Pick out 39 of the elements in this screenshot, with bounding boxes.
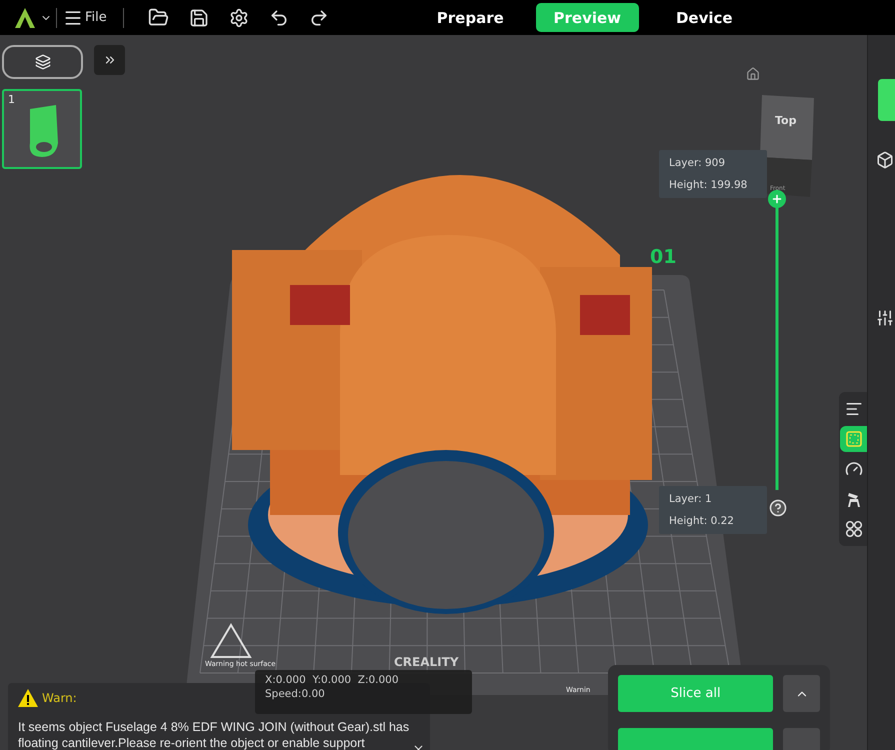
layer-height: Height: 0.22 xyxy=(669,515,735,527)
view-cube[interactable] xyxy=(758,95,814,197)
app-logo[interactable] xyxy=(14,6,36,28)
plate-number: 1 xyxy=(8,93,15,106)
plate-number: 01 xyxy=(650,246,676,268)
warning-message: It seems object Fuselage 4 8% EDF WING JOIN (without Gear).stl has floating cantilever.Please re-orient the object or enable support xyxy=(18,719,410,750)
settings-icon[interactable] xyxy=(228,8,249,28)
plate-thumbnail[interactable]: 1 xyxy=(2,89,82,169)
home-icon[interactable] xyxy=(746,67,760,81)
hot-surface-icon xyxy=(210,623,252,658)
slider-handle[interactable] xyxy=(768,190,786,208)
brand-label: CREALITY xyxy=(394,655,459,669)
speed-readout: Speed:0.00 xyxy=(265,688,326,700)
mode-tab[interactable]: Device xyxy=(652,3,756,32)
layers-icon xyxy=(844,400,862,418)
position-readout: X:0.000 Y:0.000 Z:0.000 xyxy=(265,674,400,686)
plus-icon xyxy=(771,193,783,205)
layer-number: Layer: 1 xyxy=(669,493,713,505)
help-icon[interactable] xyxy=(769,499,787,517)
expand-button[interactable] xyxy=(94,45,125,75)
open-folder-icon[interactable] xyxy=(148,7,169,28)
layers-icon xyxy=(34,54,50,70)
redo-icon[interactable] xyxy=(308,8,329,28)
mode-tab[interactable]: Prepare xyxy=(418,3,522,32)
cube-icon xyxy=(876,151,894,169)
frame-icon xyxy=(844,430,862,448)
layers-button[interactable] xyxy=(2,45,83,79)
sliders-icon xyxy=(876,309,894,327)
clover-icon xyxy=(844,520,862,538)
view-tool-button[interactable] xyxy=(840,426,867,452)
warning-title: Warn: xyxy=(42,691,77,705)
file-menu-button[interactable]: File xyxy=(56,8,124,28)
speedometer-icon xyxy=(844,460,862,478)
warning-icon xyxy=(18,689,38,707)
save-icon[interactable] xyxy=(188,8,209,28)
layer-height: Height: 199.98 xyxy=(669,179,748,191)
layer-number: Layer: 909 xyxy=(669,157,726,169)
cube-face-label: Top xyxy=(775,114,796,127)
undo-icon[interactable] xyxy=(268,8,289,28)
